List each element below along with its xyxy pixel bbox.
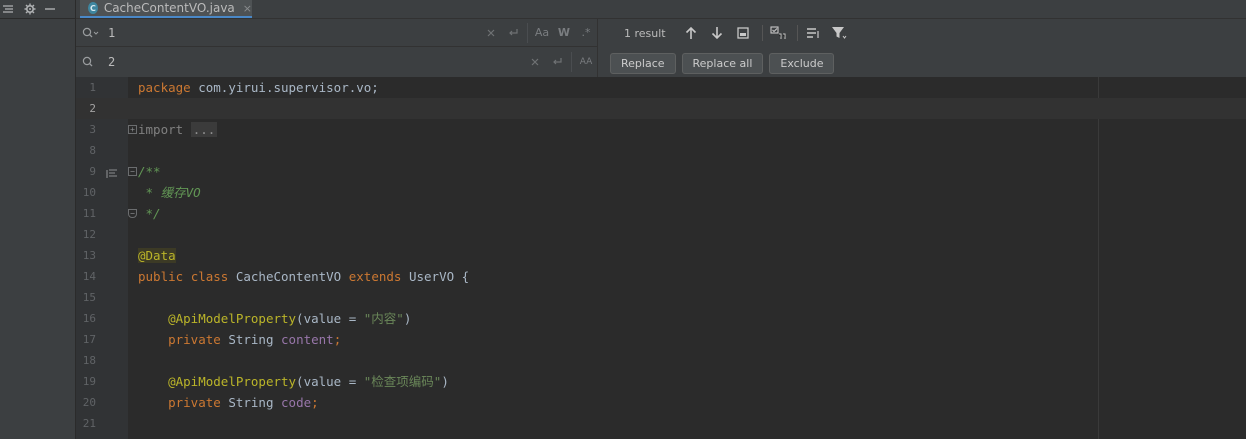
line-number: 10 — [82, 186, 96, 199]
whole-words-icon[interactable]: W — [553, 23, 575, 43]
replace-all-button[interactable]: Replace all — [681, 52, 764, 74]
code-text: import ... — [138, 122, 218, 137]
find-row: 1 Aa W .* — [76, 19, 597, 47]
code-line[interactable]: 18 — [76, 350, 1246, 371]
line-number: 11 — [82, 207, 96, 220]
code-text: public class CacheContentVO extends User… — [138, 269, 470, 284]
code-line[interactable]: 9 − /** — [76, 161, 1246, 182]
line-number: 14 — [82, 270, 96, 283]
status-separator — [796, 25, 798, 41]
search-status: 1 result — [606, 19, 854, 47]
clear-replace-icon[interactable] — [524, 52, 546, 72]
open-in-window-icon[interactable] — [732, 22, 754, 44]
replace-row: 2 AA — [76, 48, 597, 76]
collapse-icon[interactable] — [0, 1, 16, 17]
code-line[interactable]: 17 private String content; — [76, 329, 1246, 350]
code-line[interactable]: 21 — [76, 413, 1246, 434]
fold-collapse-icon[interactable]: − — [128, 167, 137, 176]
line-number: 17 — [82, 333, 96, 346]
gear-icon[interactable] — [22, 1, 38, 17]
field-separator — [571, 52, 572, 72]
code-line[interactable]: 1 package com.yirui.supervisor.vo; — [76, 77, 1246, 98]
tab-cachecontentvo[interactable]: C CacheContentVO.java × — [80, 0, 252, 18]
clear-search-icon[interactable] — [480, 23, 502, 43]
code-line[interactable]: 8 — [76, 140, 1246, 161]
code-text: */ — [138, 206, 161, 221]
code-text: private String content; — [168, 332, 342, 347]
project-toolbar — [0, 0, 75, 18]
doc-render-icon[interactable] — [106, 165, 118, 178]
line-number: 1 — [89, 81, 96, 94]
code-line[interactable]: 19 @ApiModelProperty(value = "检查项编码") — [76, 371, 1246, 392]
line-number: 20 — [82, 396, 96, 409]
replace-actions: Replace Replace all Exclude — [610, 52, 840, 74]
line-number: 3 — [89, 123, 96, 136]
code-line-current[interactable]: 2 — [76, 98, 1246, 119]
code-line[interactable]: 20 private String code; — [76, 392, 1246, 413]
line-number: 13 — [82, 249, 96, 262]
code-text: package com.yirui.supervisor.vo; — [138, 80, 379, 95]
line-number: 18 — [82, 354, 96, 367]
code-text: @ApiModelProperty(value = "检查项编码") — [168, 374, 449, 389]
project-panel-strip — [0, 0, 76, 439]
panel-separator — [597, 19, 598, 77]
line-number: 8 — [89, 144, 96, 157]
fold-expand-icon[interactable]: + — [128, 125, 137, 134]
line-number: 21 — [82, 417, 96, 430]
code-text: /** — [138, 164, 161, 179]
line-number: 9 — [89, 165, 96, 178]
search-icon[interactable] — [82, 25, 104, 41]
ide-window: C CacheContentVO.java × 1 Aa W .* 2 AA 1… — [0, 0, 1246, 439]
code-line[interactable]: 3 + import ... — [76, 119, 1246, 140]
minimize-icon[interactable] — [42, 1, 58, 17]
replace-new-line-icon[interactable] — [546, 52, 568, 72]
code-editor[interactable]: 1 package com.yirui.supervisor.vo; 2 3 +… — [76, 77, 1246, 439]
project-divider — [0, 18, 75, 19]
code-text: * 缓存VO — [138, 185, 201, 200]
code-text: private String code; — [168, 395, 319, 410]
regex-icon[interactable]: .* — [575, 23, 597, 43]
filter-options-icon[interactable] — [802, 22, 824, 44]
editor-tab-bar: C CacheContentVO.java × — [76, 0, 1246, 19]
arrow-down-icon[interactable] — [706, 22, 728, 44]
line-number: 19 — [82, 375, 96, 388]
code-line[interactable]: 16 @ApiModelProperty(value = "内容") — [76, 308, 1246, 329]
exclude-button[interactable]: Exclude — [769, 52, 835, 74]
status-separator — [761, 25, 763, 41]
select-all-occurrences-icon[interactable] — [767, 22, 789, 44]
line-number: 12 — [82, 228, 96, 241]
code-line[interactable]: 11 − */ — [76, 203, 1246, 224]
search-input[interactable]: 1 — [108, 26, 480, 40]
line-number: 15 — [82, 291, 96, 304]
code-line[interactable]: 10 * 缓存VO — [76, 182, 1246, 203]
result-count: 1 result — [624, 26, 666, 40]
replace-button[interactable]: Replace — [610, 52, 676, 74]
tab-label: CacheContentVO.java — [103, 1, 235, 15]
code-line[interactable]: 12 — [76, 224, 1246, 245]
folded-imports[interactable]: ... — [190, 122, 218, 137]
replace-input[interactable]: 2 — [108, 55, 524, 69]
funnel-icon[interactable] — [828, 22, 850, 44]
find-replace-panel: 1 Aa W .* 2 AA 1 result Replace Replace … — [76, 19, 1246, 78]
line-number: 2 — [89, 102, 96, 115]
new-line-icon[interactable] — [502, 23, 524, 43]
code-line[interactable]: 13 @Data — [76, 245, 1246, 266]
code-line[interactable]: 15 — [76, 287, 1246, 308]
class-icon: C — [88, 2, 98, 14]
code-text: @ApiModelProperty(value = "内容") — [168, 311, 412, 326]
preserve-case-icon[interactable]: AA — [575, 52, 597, 72]
code-line[interactable]: 14 public class CacheContentVO extends U… — [76, 266, 1246, 287]
close-icon[interactable]: × — [243, 2, 252, 15]
field-separator — [527, 22, 528, 43]
replace-search-icon[interactable] — [82, 54, 104, 70]
match-case-icon[interactable]: Aa — [531, 23, 553, 43]
arrow-up-icon[interactable] — [680, 22, 702, 44]
line-number: 16 — [82, 312, 96, 325]
code-text: @Data — [138, 248, 176, 263]
fold-end-icon[interactable]: − — [128, 209, 137, 218]
